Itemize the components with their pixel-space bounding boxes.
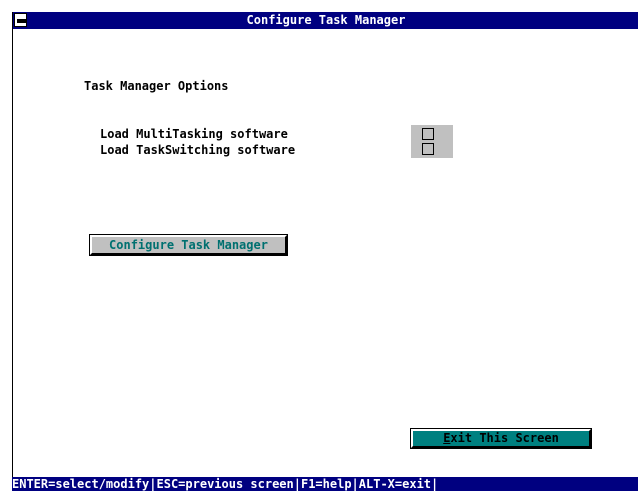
task-manager-window: Configure Task Manager Task Manager Opti…	[12, 12, 638, 477]
status-bar-text: ENTER=select/modify|ESC=previous screen|…	[12, 477, 439, 491]
configure-task-manager-button[interactable]: Configure Task Manager	[89, 234, 288, 256]
status-bar: ENTER=select/modify|ESC=previous screen|…	[12, 477, 638, 491]
checkbox-panel	[411, 125, 453, 158]
taskswitching-checkbox[interactable]	[422, 143, 434, 155]
title-bar: Configure Task Manager	[13, 12, 638, 29]
option-label-taskswitching: Load TaskSwitching software	[100, 143, 296, 157]
section-heading: Task Manager Options	[84, 79, 229, 93]
window-title: Configure Task Manager	[246, 13, 406, 27]
exit-screen-button[interactable]: Exit This Screen	[410, 428, 592, 449]
option-label-multitasking: Load MultiTasking software	[100, 127, 288, 141]
multitasking-checkbox[interactable]	[422, 128, 434, 140]
exit-button-label: xit This Screen	[450, 431, 559, 445]
